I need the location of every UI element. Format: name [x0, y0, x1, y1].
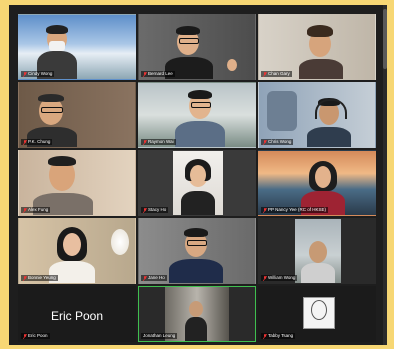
participant-face: [63, 233, 81, 256]
participant-tile-active-speaker[interactable]: Jonathan Leung: [138, 286, 256, 342]
participant-tile[interactable]: Raymon Wai: [138, 82, 256, 148]
microphone-muted-icon: [262, 333, 268, 339]
microphone-muted-icon: [262, 71, 268, 77]
participant-body: [185, 317, 207, 341]
participant-name-label: Cindy Wong: [21, 71, 55, 77]
cartoon-portrait: [311, 300, 327, 320]
participant-name-label: Raymon Wai: [141, 139, 176, 145]
participant-name-label: Bonnie Yeung: [21, 275, 58, 281]
face-mask: [49, 41, 65, 51]
participant-hair: [46, 25, 68, 34]
participant-grid: Cindy Wong Bernard Lee Chan Gary P.K. Ch…: [18, 14, 376, 342]
glasses: [179, 38, 199, 44]
participant-body: [169, 259, 223, 283]
participant-hair: [38, 94, 64, 102]
participant-name-label: William Wong: [261, 275, 298, 281]
zoom-gallery-window: Cindy Wong Bernard Lee Chan Gary P.K. Ch…: [9, 5, 387, 345]
participant-tile[interactable]: William Wong: [258, 218, 376, 284]
participant-name-label: Jonathan Leung: [141, 333, 178, 339]
microphone-muted-icon: [262, 139, 268, 145]
participant-name-label: Jane Ho: [141, 275, 167, 281]
headphones: [315, 99, 347, 119]
scrollbar-thumb[interactable]: [383, 9, 387, 69]
participant-hair: [176, 26, 200, 35]
glasses: [191, 102, 211, 108]
participant-display-name: Eric Poon: [50, 309, 104, 323]
participant-name-label: P.K. Chung: [21, 139, 53, 145]
microphone-muted-icon: [142, 71, 148, 77]
participant-name-label: Eric Poon: [21, 333, 50, 339]
participant-name-label: PP Nancy Yee (RC of HKSE): [261, 207, 328, 213]
participant-hair: [188, 90, 212, 99]
participant-hair: [184, 228, 208, 237]
glasses: [41, 107, 63, 113]
participant-face: [315, 166, 331, 188]
microphone-muted-icon: [142, 139, 148, 145]
microphone-muted-icon: [22, 333, 28, 339]
microphone-muted-icon: [22, 71, 28, 77]
microphone-muted-icon: [142, 275, 148, 281]
participant-hair: [48, 156, 76, 166]
participant-body: [299, 59, 343, 79]
participant-body: [175, 121, 225, 147]
microphone-muted-icon: [262, 275, 268, 281]
participant-name-label: Chris Wong: [261, 139, 294, 145]
participant-name-label: Tabby Tsang: [261, 333, 296, 339]
participant-face: [190, 165, 206, 185]
flower-decoration: [111, 229, 129, 255]
participant-tile[interactable]: PP Nancy Yee (RC of HKSE): [258, 150, 376, 216]
microphone-muted-icon: [22, 139, 28, 145]
participant-name-label: Bernard Lee: [141, 71, 175, 77]
participant-tile[interactable]: Jane Ho: [138, 218, 256, 284]
participant-tile[interactable]: Bernard Lee: [138, 14, 256, 80]
blurred-background: [267, 91, 297, 131]
microphone-muted-icon: [262, 207, 268, 213]
participant-name-label: Stacy Ho: [141, 207, 169, 213]
microphone-muted-icon: [22, 207, 28, 213]
participant-face: [189, 301, 203, 317]
participant-tile[interactable]: Tabby Tsang: [258, 286, 376, 342]
participant-name-label: Chan Gary: [261, 71, 292, 77]
microphone-muted-icon: [142, 207, 148, 213]
participant-body: [307, 127, 351, 147]
participant-face: [309, 241, 327, 263]
participant-tile[interactable]: Stacy Ho: [138, 150, 256, 216]
participant-tile[interactable]: Bonnie Yeung: [18, 218, 136, 284]
participant-tile[interactable]: P.K. Chung: [18, 82, 136, 148]
participant-tile[interactable]: Cindy Wong: [18, 14, 136, 80]
hand: [227, 59, 237, 71]
scrollbar[interactable]: [383, 5, 387, 345]
participant-tile[interactable]: Alex Fung: [18, 150, 136, 216]
participant-tile[interactable]: Chris Wong: [258, 82, 376, 148]
participant-body: [181, 191, 215, 215]
participant-tile[interactable]: Eric Poon Eric Poon: [18, 286, 136, 342]
participant-body: [301, 263, 335, 283]
microphone-muted-icon: [22, 275, 28, 281]
participant-tile[interactable]: Chan Gary: [258, 14, 376, 80]
glasses: [187, 240, 207, 246]
participant-name-label: Alex Fung: [21, 207, 51, 213]
participant-hair: [307, 25, 333, 37]
